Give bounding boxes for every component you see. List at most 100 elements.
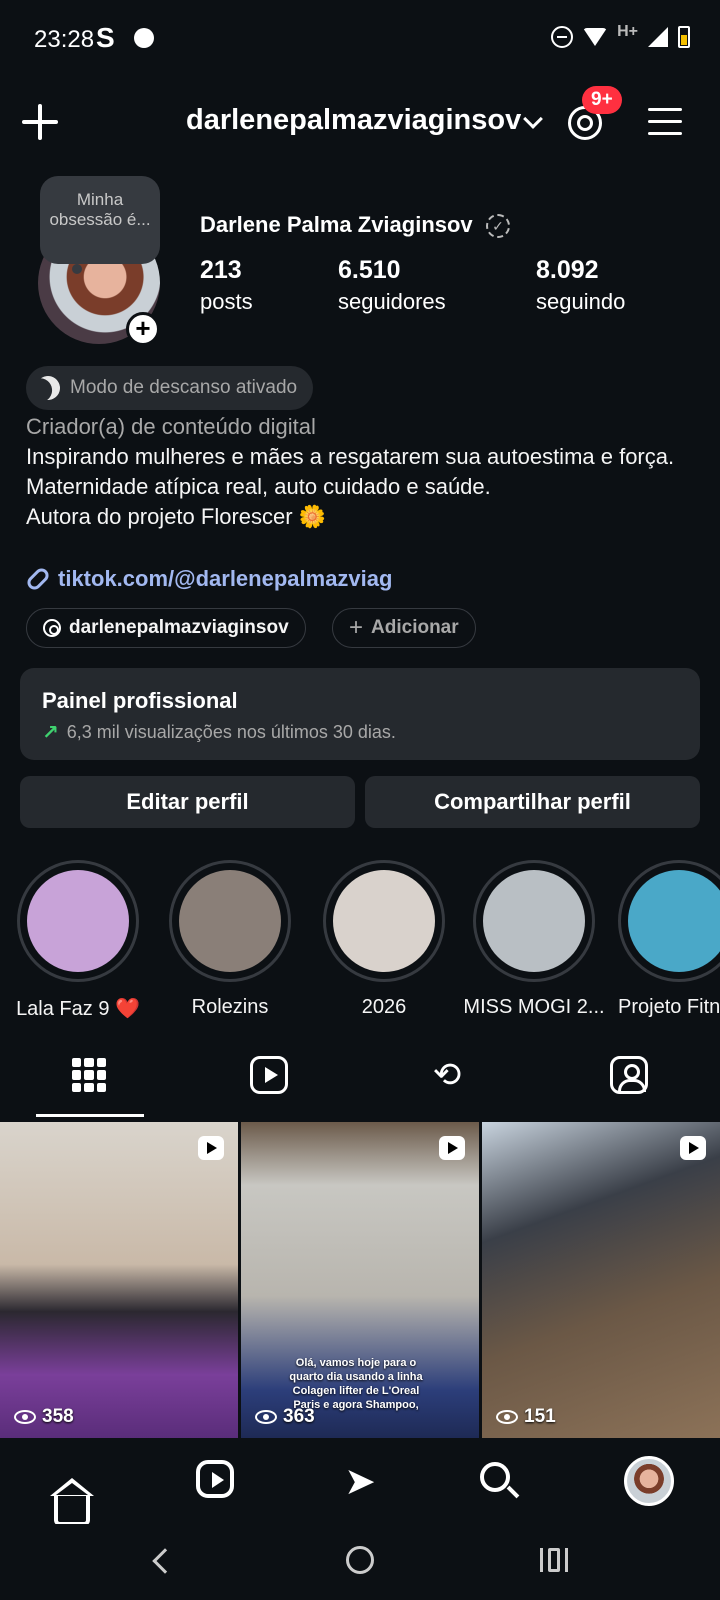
nav-reels-icon[interactable]: [196, 1460, 234, 1498]
bio-category: Criador(a) de conteúdo digital: [26, 414, 316, 439]
highlight-cover: [27, 870, 129, 972]
wifi-icon: [583, 28, 608, 46]
stat-label: seguidores: [338, 289, 446, 314]
moon-icon: [32, 372, 65, 405]
status-time: 23:28: [34, 26, 95, 53]
highlight-label: 2026: [361, 996, 407, 1018]
highlight-label: Rolezins: [191, 996, 269, 1018]
view-count-value: 363: [283, 1406, 315, 1427]
reel-icon: [198, 1136, 224, 1160]
stat-followers[interactable]: 6.510 seguidores: [338, 256, 446, 315]
app-notification-icon: S: [96, 22, 115, 53]
highlight-cover: [179, 870, 281, 972]
menu-button[interactable]: [648, 106, 684, 138]
stat-posts[interactable]: 213 posts: [200, 256, 253, 315]
home-button[interactable]: [346, 1546, 374, 1574]
highlight-label: Lala Faz 9 ❤️: [16, 998, 140, 1020]
verified-badge-icon[interactable]: ✓: [486, 214, 510, 238]
tab-tagged[interactable]: [540, 1050, 720, 1118]
view-count: 151: [496, 1406, 556, 1428]
panel-subtitle-row: ↗ 6,3 mil visualizações nos últimos 30 d…: [42, 720, 678, 745]
do-not-disturb-icon: [551, 26, 574, 48]
tab-reels[interactable]: [180, 1050, 360, 1118]
trend-up-icon: ↗: [42, 722, 59, 744]
highlight-cover: [333, 870, 435, 972]
nav-profile-avatar[interactable]: [624, 1456, 674, 1506]
username-switcher[interactable]: darlenepalmazviaginsov: [186, 104, 521, 137]
highlight-cover: [628, 870, 720, 972]
stat-label: posts: [200, 289, 253, 314]
nav-search[interactable]: [478, 1460, 522, 1504]
add-chip-button[interactable]: + Adicionar: [332, 608, 476, 648]
network-type: H+: [617, 23, 638, 40]
panel-title: Painel profissional: [42, 688, 238, 713]
link-icon: [24, 565, 52, 593]
battery-icon: [678, 26, 690, 48]
bottom-nav: ➤: [0, 1440, 720, 1526]
eye-icon: [496, 1410, 518, 1424]
create-post-button[interactable]: [22, 104, 58, 140]
highlight-label: Projeto Fitn: [618, 996, 720, 1018]
view-count: 363: [255, 1406, 315, 1428]
stat-following[interactable]: 8.092 seguindo: [536, 256, 625, 315]
back-button[interactable]: [152, 1548, 178, 1574]
bio-link-text: tiktok.com/@darlenepalmazviag: [58, 566, 393, 591]
bio-line: Maternidade atípica real, auto cuidado e…: [26, 474, 491, 499]
nav-direct-icon[interactable]: ➤: [338, 1460, 382, 1504]
profile-tabs: ⟲: [0, 1050, 720, 1118]
search-icon: [480, 1462, 510, 1492]
notification-badge: 9+: [582, 86, 622, 114]
edit-profile-button[interactable]: Editar perfil: [20, 776, 355, 828]
highlight-cover: [483, 870, 585, 972]
note-bubble-tail: [72, 264, 82, 274]
status-bar: 23:28 S H+: [0, 0, 720, 80]
app-notification-icon-2: [134, 28, 154, 48]
highlight-item[interactable]: MISS MOGI 2...: [454, 860, 614, 1019]
tagged-icon: [610, 1056, 648, 1094]
bio: Criador(a) de conteúdo digital Inspirand…: [26, 412, 706, 532]
chevron-down-icon[interactable]: [523, 109, 543, 129]
view-count: 358: [14, 1406, 74, 1428]
highlight-item[interactable]: Rolezins: [168, 860, 292, 1019]
view-count-value: 358: [42, 1406, 74, 1427]
tab-reposts[interactable]: ⟲: [360, 1050, 540, 1118]
eye-icon: [255, 1410, 277, 1424]
repost-icon: ⟲: [432, 1056, 462, 1094]
rest-mode-label: Modo de descanso ativado: [70, 377, 298, 398]
profile-note[interactable]: Minha obsessão é...: [40, 176, 160, 264]
threads-chip-label: darlenepalmazviaginsov: [69, 617, 289, 638]
signal-icon: [648, 27, 668, 47]
grid-icon: [72, 1058, 106, 1092]
highlight-label: MISS MOGI 2...: [463, 996, 605, 1018]
recents-button[interactable]: [540, 1548, 568, 1572]
view-count-value: 151: [524, 1406, 556, 1427]
display-name: Darlene Palma Zviaginsov: [200, 212, 473, 237]
highlight-item[interactable]: Projeto Fitn: [618, 860, 720, 1019]
add-chip-label: Adicionar: [371, 617, 459, 638]
android-nav-bar: [0, 1524, 720, 1600]
active-tab-indicator: [36, 1114, 144, 1117]
highlight-item[interactable]: 2026: [322, 860, 446, 1019]
bio-line: Autora do projeto Florescer 🌼: [26, 504, 327, 529]
post-thumbnail[interactable]: Olá, vamos hoje para o quarto dia usando…: [241, 1122, 479, 1438]
stat-value: 213: [200, 256, 242, 284]
eye-icon: [14, 1410, 36, 1424]
plus-icon: +: [349, 614, 364, 641]
professional-dashboard[interactable]: Painel profissional ↗ 6,3 mil visualizaç…: [20, 668, 700, 760]
rest-mode-pill[interactable]: Modo de descanso ativado: [26, 366, 314, 410]
reel-icon: [439, 1136, 465, 1160]
add-story-button[interactable]: +: [126, 312, 160, 346]
post-thumbnail[interactable]: 151: [482, 1122, 720, 1438]
home-icon: [50, 1478, 94, 1496]
bio-line: Inspirando mulheres e mães a resgatarem …: [26, 444, 675, 469]
bio-link[interactable]: tiktok.com/@darlenepalmazviag: [24, 565, 393, 593]
reel-icon: [680, 1136, 706, 1160]
tab-posts-grid[interactable]: [0, 1050, 180, 1118]
nav-home[interactable]: [50, 1460, 94, 1526]
highlight-item[interactable]: Lala Faz 9 ❤️: [16, 860, 140, 1021]
post-thumbnail[interactable]: 358: [0, 1122, 238, 1438]
post-caption-overlay: Olá, vamos hoje para o quarto dia usando…: [289, 1357, 423, 1411]
share-profile-button[interactable]: Compartilhar perfil: [365, 776, 700, 828]
threads-profile-chip[interactable]: darlenepalmazviaginsov: [26, 608, 306, 648]
threads-icon: [43, 619, 61, 637]
